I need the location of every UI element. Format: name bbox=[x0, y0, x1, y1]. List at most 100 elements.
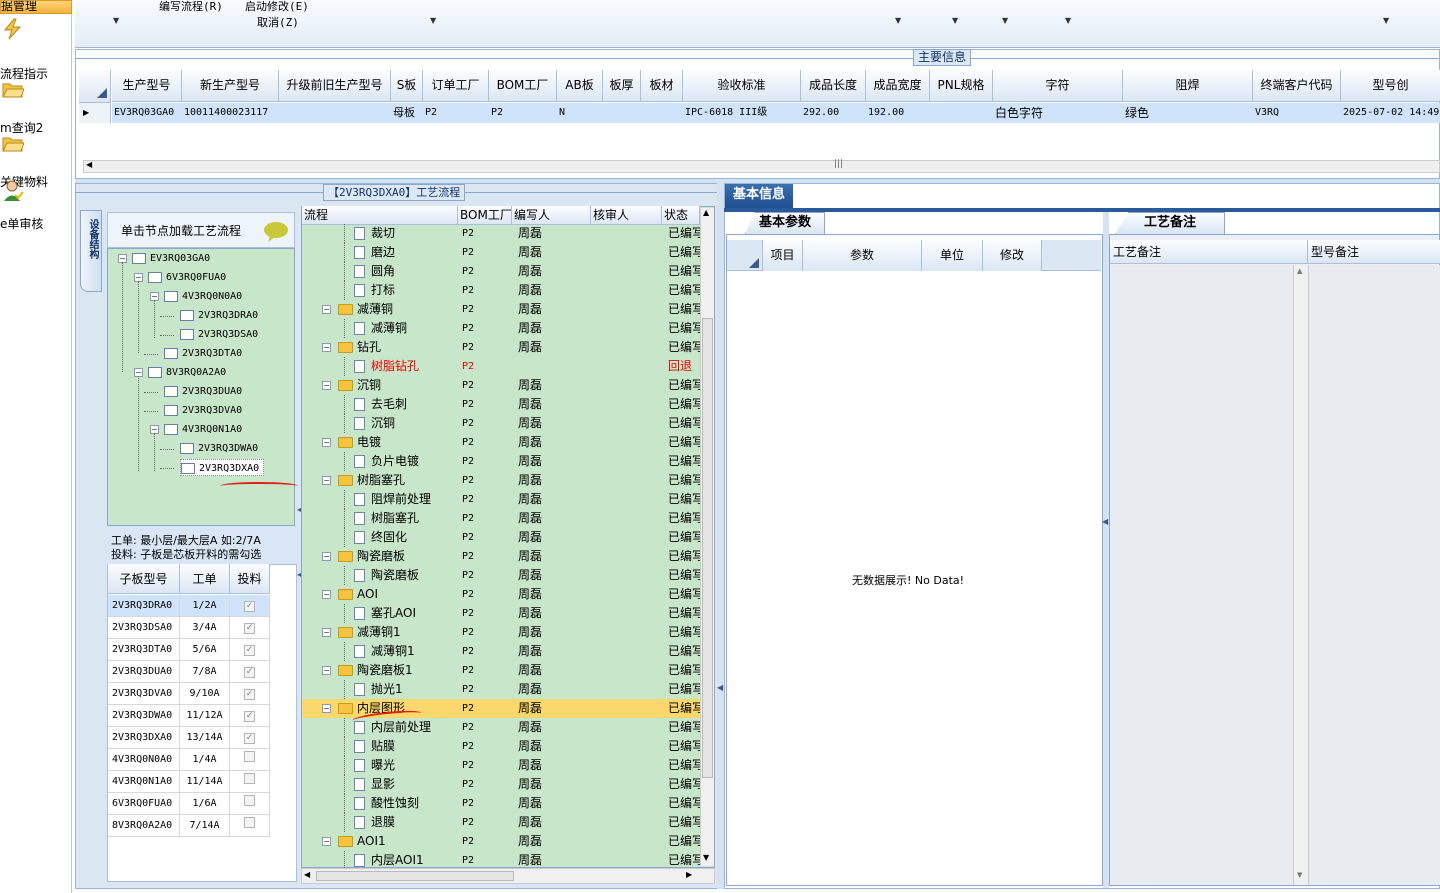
dropdown-arrow-icon[interactable]: ▼ bbox=[952, 16, 958, 25]
sub-board-order[interactable]: 5/6A bbox=[180, 639, 230, 661]
col-header[interactable]: 流程 bbox=[302, 206, 458, 225]
col-header[interactable]: 型号创 bbox=[1341, 70, 1440, 102]
flow-row[interactable]: 裁切 P2 周磊 已编写 bbox=[302, 224, 700, 243]
sub-board-order[interactable]: 1/2A bbox=[180, 595, 230, 617]
grid-cell[interactable]: 292.00 bbox=[801, 103, 866, 123]
sub-board-order[interactable]: 13/14A bbox=[180, 727, 230, 749]
flow-expand-toggle[interactable]: − bbox=[322, 590, 331, 599]
sub-board-order[interactable]: 11/14A bbox=[180, 771, 230, 793]
sub-board-model[interactable]: 8V3RQ0A2A0 bbox=[108, 815, 180, 837]
scroll-right-icon[interactable]: ▶ bbox=[686, 870, 692, 879]
sub-board-model[interactable]: 4V3RQ0N1A0 bbox=[108, 771, 180, 793]
tree-node[interactable]: 2V3RQ3DTA0 bbox=[164, 345, 242, 362]
process-remark-text[interactable] bbox=[1110, 265, 1293, 885]
sub-board-order[interactable]: 7/14A bbox=[180, 815, 230, 837]
grid-cell[interactable]: 192.00 bbox=[866, 103, 930, 123]
flow-row[interactable]: 圆角 P2 周磊 已编写 bbox=[302, 262, 700, 281]
feed-checkbox[interactable] bbox=[244, 817, 255, 828]
tree-node[interactable]: 8V3RQ0A2A0 bbox=[148, 364, 226, 381]
tab-basic-params[interactable]: 基本参数 bbox=[745, 212, 825, 234]
grid-cell[interactable]: 绿色 bbox=[1123, 103, 1253, 123]
col-header[interactable]: 工单 bbox=[180, 564, 230, 594]
grid-cell[interactable]: P2 bbox=[423, 103, 489, 123]
grid-cell[interactable] bbox=[279, 103, 391, 123]
nav-item-material[interactable]: 关键物料 bbox=[0, 132, 72, 189]
tree-node[interactable]: 2V3RQ3DVA0 bbox=[164, 402, 242, 419]
flow-expand-toggle[interactable]: − bbox=[322, 666, 331, 675]
col-header[interactable]: 终端客户代码 bbox=[1253, 70, 1341, 102]
flow-expand-toggle[interactable]: − bbox=[322, 438, 331, 447]
flow-row[interactable]: 显影 P2 周磊 已编写 bbox=[302, 775, 700, 794]
sub-board-order[interactable]: 11/12A bbox=[180, 705, 230, 727]
col-header[interactable]: 成品宽度 bbox=[866, 70, 930, 102]
flow-row[interactable]: 沉铜 P2 周磊 已编写 bbox=[302, 414, 700, 433]
flow-row[interactable]: 退膜 P2 周磊 已编写 bbox=[302, 813, 700, 832]
feed-checkbox[interactable]: ✓ bbox=[244, 623, 255, 634]
flow-row[interactable]: − 沉铜 P2 周磊 已编写 bbox=[302, 376, 700, 395]
grid-cell[interactable]: 白色字符 bbox=[993, 103, 1123, 123]
tree-node[interactable]: 2V3RQ3DXA0 bbox=[180, 459, 265, 476]
feed-checkbox[interactable] bbox=[244, 795, 255, 806]
flow-expand-toggle[interactable]: − bbox=[322, 381, 331, 390]
remark-col-header[interactable]: 型号备注 bbox=[1308, 240, 1440, 264]
col-header[interactable]: 项目 bbox=[763, 240, 803, 271]
tree-node[interactable]: 2V3RQ3DSA0 bbox=[180, 326, 258, 343]
col-header[interactable]: 核审人 bbox=[591, 206, 662, 225]
scroll-down-icon[interactable]: ▼ bbox=[703, 853, 709, 862]
col-header[interactable]: 板厚 bbox=[603, 70, 641, 102]
col-header[interactable]: 生产型号 bbox=[112, 70, 182, 102]
flow-expand-toggle[interactable]: − bbox=[322, 628, 331, 637]
flow-row[interactable]: 减薄铜 P2 周磊 已编写 bbox=[302, 319, 700, 338]
remark-col-header[interactable]: 工艺备注 bbox=[1110, 240, 1308, 264]
scroll-up-icon[interactable]: ▲ bbox=[703, 208, 709, 217]
grid-cell[interactable]: V3RQ bbox=[1253, 103, 1341, 123]
dropdown-arrow-icon[interactable]: ▼ bbox=[895, 16, 901, 25]
tree-node[interactable]: 6V3RQ0FUA0 bbox=[148, 269, 226, 286]
col-header[interactable]: PNL规格 bbox=[930, 70, 993, 102]
flow-expand-toggle[interactable]: − bbox=[322, 476, 331, 485]
flow-row[interactable]: 阻焊前处理 P2 周磊 已编写 bbox=[302, 490, 700, 509]
grid-cell[interactable]: 母板 bbox=[391, 103, 423, 123]
col-header[interactable]: 状态 bbox=[662, 206, 700, 225]
sub-board-order[interactable]: 3/4A bbox=[180, 617, 230, 639]
scroll-thumb[interactable] bbox=[316, 871, 514, 881]
tree-node[interactable]: 4V3RQ0N0A0 bbox=[164, 288, 242, 305]
dropdown-arrow-icon[interactable]: ▼ bbox=[1002, 16, 1008, 25]
col-header[interactable]: 单位 bbox=[922, 240, 983, 271]
tree-node[interactable]: 4V3RQ0N1A0 bbox=[164, 421, 242, 438]
sub-board-order[interactable]: 1/6A bbox=[180, 793, 230, 815]
sub-board-model[interactable]: 2V3RQ3DUA0 bbox=[108, 661, 180, 683]
col-header[interactable]: 订单工厂 bbox=[423, 70, 489, 102]
tree-node[interactable]: 2V3RQ3DRA0 bbox=[180, 307, 258, 324]
flow-row[interactable]: − 树脂塞孔 P2 周磊 已编写 bbox=[302, 471, 700, 490]
flow-row[interactable]: 塞孔AOI P2 周磊 已编写 bbox=[302, 604, 700, 623]
dropdown-arrow-icon[interactable]: ▼ bbox=[430, 16, 436, 25]
grid-cell[interactable]: N bbox=[557, 103, 603, 123]
sub-board-order[interactable]: 7/8A bbox=[180, 661, 230, 683]
col-header[interactable]: BOM工厂 bbox=[458, 206, 512, 225]
scroll-left-icon[interactable]: ◀ bbox=[86, 160, 92, 169]
flow-row[interactable]: − AOI1 P2 周磊 已编写 bbox=[302, 832, 700, 851]
flow-row[interactable]: − 减薄铜1 P2 周磊 已编写 bbox=[302, 623, 700, 642]
collapse-left-icon[interactable]: ◀ bbox=[717, 683, 723, 692]
scroll-down-icon[interactable]: ▼ bbox=[1297, 871, 1302, 879]
sub-board-model[interactable]: 2V3RQ3DSA0 bbox=[108, 617, 180, 639]
flow-row[interactable]: − AOI P2 周磊 已编写 bbox=[302, 585, 700, 604]
col-header[interactable]: 字符 bbox=[993, 70, 1123, 102]
sub-board-model[interactable]: 6V3RQ0FUA0 bbox=[108, 793, 180, 815]
scroll-up-icon[interactable]: ▲ bbox=[1297, 267, 1302, 275]
dropdown-arrow-icon[interactable]: ▼ bbox=[1383, 16, 1389, 25]
flow-row[interactable]: 贴膜 P2 周磊 已编写 bbox=[302, 737, 700, 756]
tab-device-structure[interactable]: 设备结构 bbox=[80, 210, 102, 292]
flow-row[interactable]: − 陶瓷磨板1 P2 周磊 已编写 bbox=[302, 661, 700, 680]
dropdown-arrow-icon[interactable]: ▼ bbox=[113, 16, 119, 25]
flow-expand-toggle[interactable]: − bbox=[322, 704, 331, 713]
flow-row[interactable]: 去毛刺 P2 周磊 已编写 bbox=[302, 395, 700, 414]
tree-node[interactable]: EV3RQ03GA0 bbox=[132, 250, 210, 267]
sub-board-model[interactable]: 2V3RQ3DVA0 bbox=[108, 683, 180, 705]
flow-expand-toggle[interactable]: − bbox=[322, 837, 331, 846]
scroll-thumb-icon[interactable]: ||| bbox=[834, 159, 843, 169]
sub-board-model[interactable]: 2V3RQ3DXA0 bbox=[108, 727, 180, 749]
col-header[interactable]: 新生产型号 bbox=[182, 70, 279, 102]
col-header[interactable]: AB板 bbox=[557, 70, 603, 102]
